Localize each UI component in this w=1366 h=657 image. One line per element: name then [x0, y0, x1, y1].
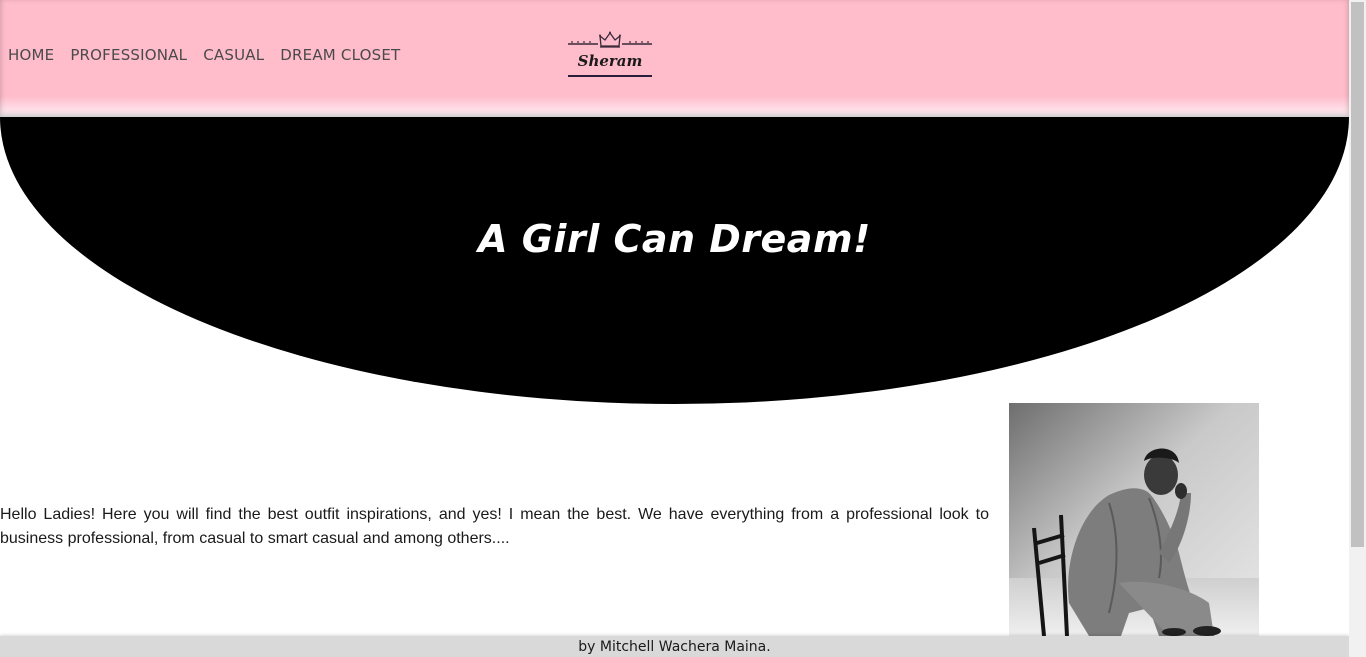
footer: by Mitchell Wachera Maina. [0, 636, 1349, 657]
scrollbar-thumb[interactable] [1351, 2, 1364, 547]
intro-text: Hello Ladies! Here you will find the bes… [0, 506, 989, 547]
vertical-scrollbar[interactable] [1349, 0, 1366, 657]
nav-home-link[interactable]: HOME [8, 46, 54, 64]
nav-dream-closet-link[interactable]: DREAM CLOSET [280, 46, 400, 64]
footer-credit: by Mitchell Wachera Maina. [578, 639, 771, 655]
page: HOME PROFESSIONAL CASUAL DREAM CLOSET Sh… [0, 0, 1366, 657]
hero-banner: A Girl Can Dream! [0, 117, 1349, 404]
main-nav: HOME PROFESSIONAL CASUAL DREAM CLOSET [8, 46, 400, 64]
hero-title: A Girl Can Dream! [478, 217, 871, 261]
site-logo[interactable]: Sheram [566, 30, 654, 82]
nav-casual-link[interactable]: CASUAL [203, 46, 264, 64]
woman-seated-photo [1009, 403, 1259, 636]
header: HOME PROFESSIONAL CASUAL DREAM CLOSET Sh… [0, 0, 1349, 117]
nav-professional-link[interactable]: PROFESSIONAL [70, 46, 187, 64]
logo-text: Sheram [577, 52, 643, 70]
